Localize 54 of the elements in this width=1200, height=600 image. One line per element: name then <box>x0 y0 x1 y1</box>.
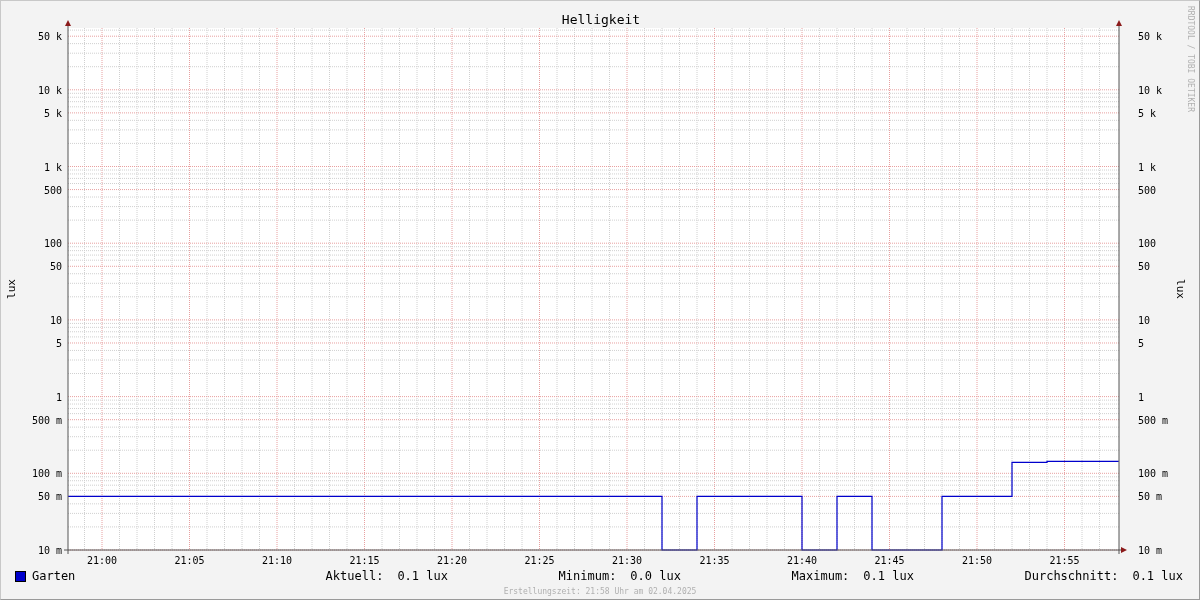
stat-label: Minimum: <box>558 569 617 583</box>
x-tick-label: 21:10 <box>261 555 293 566</box>
x-tick-label: 21:15 <box>349 555 380 566</box>
stat-value: 0.1 lux <box>863 569 914 583</box>
footer-text: Erstellungszeit: 21:58 Uhr am 02.04.2025 <box>503 587 697 596</box>
y-tick-label: 1 k <box>1138 161 1157 173</box>
x-tick-label: 21:05 <box>174 555 205 566</box>
credit-text: RRDTOOL / TOBI OETIKER <box>1186 6 1195 112</box>
stat-value: 0.1 lux <box>1132 569 1183 583</box>
y-tick-label: 100 <box>1138 238 1157 250</box>
stat-value: 0.0 lux <box>630 569 681 583</box>
y-tick-label: 50 <box>1138 261 1151 273</box>
chart-title: Helligkeit <box>561 12 641 27</box>
y-tick-label: 100 m <box>31 468 62 480</box>
y-tick-label: 10 <box>49 314 62 326</box>
axis-label: lux <box>1174 279 1187 299</box>
y-tick-label: 10 <box>1138 314 1151 326</box>
stat-label: Durchschnitt: <box>1024 569 1119 583</box>
y-tick-label: 5 k <box>43 107 62 119</box>
y-tick-label: 100 <box>43 238 62 250</box>
y-tick-label: 5 k <box>1138 107 1157 119</box>
y-tick-label: 1 <box>55 391 62 403</box>
y-tick-label: 500 m <box>1138 414 1169 426</box>
y-tick-label: 10 k <box>1138 84 1163 96</box>
y-tick-label: 10 m <box>1138 545 1163 556</box>
x-tick-label: 21:25 <box>524 555 555 566</box>
stat-label: Aktuell: <box>325 569 384 583</box>
x-tick-label: 21:40 <box>786 555 818 566</box>
x-tick-label: 21:45 <box>874 555 905 566</box>
y-tick-label: 50 k <box>37 31 62 43</box>
y-tick-label: 1 k <box>43 161 62 173</box>
y-tick-label: 50 k <box>1138 31 1163 43</box>
x-tick-label: 21:20 <box>436 555 468 566</box>
x-tick-label: 21:35 <box>699 555 730 566</box>
y-tick-label: 5 <box>1138 338 1145 349</box>
x-tick-label: 21:30 <box>611 555 643 566</box>
x-tick-label: 21:55 <box>1049 555 1080 566</box>
stat-label: Maximum: <box>791 569 850 583</box>
y-tick-label: 5 <box>55 338 62 349</box>
y-tick-label: 500 m <box>31 414 62 426</box>
x-tick-label: 21:00 <box>86 555 118 566</box>
y-tick-label: 500 <box>1138 184 1157 196</box>
y-tick-label: 50 <box>49 261 62 273</box>
y-tick-label: 10 m <box>37 545 62 556</box>
y-tick-label: 50 m <box>37 491 62 503</box>
x-tick-label: 21:50 <box>961 555 993 566</box>
stat-value: 0.1 lux <box>397 569 448 583</box>
y-tick-label: 10 k <box>37 84 62 96</box>
axis-label: lux <box>5 279 18 299</box>
y-tick-label: 100 m <box>1138 468 1169 480</box>
y-tick-label: 50 m <box>1138 491 1163 503</box>
y-tick-label: 1 <box>1138 391 1145 403</box>
y-tick-label: 500 <box>43 184 62 196</box>
legend-label: Garten <box>32 569 76 583</box>
